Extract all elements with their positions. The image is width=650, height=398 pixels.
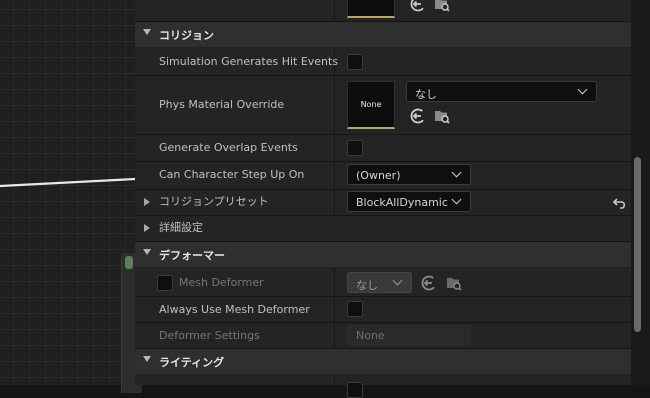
column-divider [334,76,335,134]
category-title: コリジョン [159,29,214,42]
mesh-deformer-dropdown[interactable]: なし [347,272,412,293]
phys-material-thumbnail[interactable]: None [347,81,395,129]
column-divider [334,0,335,21]
column-divider [334,297,335,322]
row-collision-preset: コリジョンプリセット BlockAllDynamic [135,190,631,216]
chevron-down-icon [451,194,462,205]
collapse-arrow-icon[interactable] [143,249,151,255]
chevron-down-icon [392,275,403,286]
property-label: Always Use Mesh Deformer [159,303,310,316]
column-divider [334,323,335,348]
property-label: コリジョンプリセット [159,195,269,208]
row-always-use-deformer: Always Use Mesh Deformer [135,297,631,323]
dropdown-value: (Owner) [356,169,401,182]
deformer-settings-field: None [347,325,471,345]
graph-viewport[interactable] [0,0,142,393]
row-mesh-deformer: Mesh Deformer なし [135,268,631,297]
row-phys-material-override: Phys Material Override None なし [135,76,631,135]
category-title: ライティング [159,356,225,369]
category-collision[interactable]: コリジョン [135,22,631,47]
overlap-events-checkbox[interactable] [347,140,363,156]
details-panel: コリジョン Simulation Generates Hit Events Ph… [135,0,631,398]
expand-arrow-icon[interactable] [144,224,150,232]
collapse-arrow-icon[interactable] [143,29,151,35]
arrow-left-circle-icon[interactable] [409,0,427,13]
material-thumbnail-partial[interactable] [347,0,395,18]
collapse-arrow-icon[interactable] [143,356,151,362]
category-lighting[interactable]: ライティング [135,349,631,374]
always-use-deformer-checkbox[interactable] [347,301,363,317]
sim-hit-events-checkbox[interactable] [347,54,363,70]
collision-preset-dropdown[interactable]: BlockAllDynamic [347,191,471,212]
graph-node-pin[interactable] [125,256,133,269]
category-title: デフォーマー [159,249,225,262]
dropdown-value: なし [415,88,437,101]
arrow-left-circle-icon[interactable] [409,107,427,125]
folder-search-icon[interactable] [445,274,463,292]
property-label: Generate Overlap Events [159,141,298,154]
row-overlap-events: Generate Overlap Events [135,135,631,162]
arrow-left-circle-icon[interactable] [420,274,438,292]
property-label: Can Character Step Up On [159,168,305,181]
reset-arrow-icon[interactable] [611,194,629,212]
property-label: Mesh Deformer [179,276,264,289]
property-label: Deformer Settings [159,329,260,342]
field-value: None [356,329,385,342]
property-label: Simulation Generates Hit Events [159,55,339,68]
graph-wire [0,177,135,188]
dropdown-value: BlockAllDynamic [356,196,448,209]
chevron-down-icon [451,167,462,178]
expand-arrow-icon[interactable] [144,198,150,206]
phys-material-dropdown[interactable]: なし [406,81,597,102]
chevron-down-icon [577,84,588,95]
category-deformer[interactable]: デフォーマー [135,242,631,267]
partial-checkbox[interactable] [347,382,363,398]
column-divider [334,162,335,189]
folder-search-icon[interactable] [433,0,451,13]
row-partial-top [135,0,631,22]
column-divider [334,268,335,296]
row-deformer-settings: Deformer Settings None [135,323,631,349]
property-label: Phys Material Override [159,98,285,111]
scrollbar-thumb[interactable] [634,157,641,332]
column-divider [334,375,335,385]
row-sim-hit-events: Simulation Generates Hit Events [135,48,631,76]
property-label: 詳細設定 [159,221,203,234]
folder-search-icon[interactable] [433,107,451,125]
mesh-deformer-override-checkbox[interactable] [157,275,173,291]
dropdown-value: なし [356,279,378,292]
step-up-dropdown[interactable]: (Owner) [347,164,471,185]
row-advanced-settings: 詳細設定 [135,216,631,242]
column-divider [334,190,335,215]
row-partial-bottom [135,375,631,398]
column-divider [334,135,335,161]
row-step-up-on: Can Character Step Up On (Owner) [135,162,631,190]
